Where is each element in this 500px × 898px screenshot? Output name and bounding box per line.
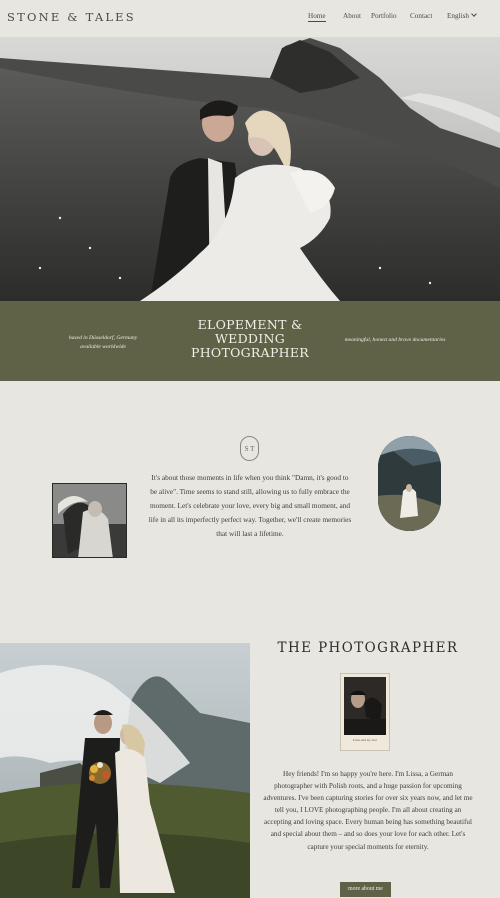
title-line: WEDDING: [215, 331, 285, 346]
site-header: STONE & TALES Home About Portfolio Conta…: [0, 0, 500, 38]
nav-about[interactable]: About: [343, 12, 361, 20]
photographer-bio: Hey friends! I'm so happy you're here. I…: [263, 770, 473, 851]
tagline-text: meaningful, honest and brave documentari…: [344, 337, 446, 343]
hero-title: ELOPEMENT & WEDDING PHOTOGRAPHER: [175, 318, 325, 360]
nav-home[interactable]: Home: [308, 12, 326, 22]
nav-portfolio[interactable]: Portfolio: [371, 12, 397, 20]
intro-photo-couple: [52, 483, 127, 558]
tagline-band: based in Düsseldorf, Germany available w…: [0, 301, 500, 381]
hero-image: [0, 38, 500, 301]
photographer-section: THE PHOTOGRAPHER Lissa and my love Hey f…: [0, 640, 500, 898]
language-label: English: [447, 12, 469, 20]
location-text: based in Düsseldorf, Germany available w…: [60, 334, 146, 352]
title-line: PHOTOGRAPHER: [190, 345, 310, 360]
language-selector[interactable]: English: [447, 11, 477, 20]
polaroid-photo: Lissa and my love: [340, 673, 390, 751]
polaroid-caption: Lissa and my love: [352, 738, 378, 742]
photographer-portrait: [344, 677, 386, 735]
location-line: based in Düsseldorf, Germany: [68, 335, 138, 341]
couple-kissing-photo: [0, 643, 250, 898]
monogram-logo: S T: [240, 436, 259, 461]
more-about-me-button[interactable]: more about me: [340, 882, 391, 897]
intro-section: S T It's about those moments in life whe…: [0, 381, 500, 643]
photographer-heading: THE PHOTOGRAPHER: [277, 640, 459, 656]
intro-paragraph: It's about those moments in life when yo…: [148, 473, 352, 538]
page: STONE & TALES Home About Portfolio Conta…: [0, 0, 500, 898]
hero-couple-mountain-photo: [0, 38, 500, 301]
title-line: ELOPEMENT &: [197, 317, 303, 332]
nav-contact[interactable]: Contact: [410, 12, 432, 20]
availability-line: available worldwide: [80, 344, 126, 350]
site-logo[interactable]: STONE & TALES: [7, 10, 136, 24]
intro-photo-mountain: [378, 436, 441, 531]
chevron-down-icon: [471, 11, 477, 17]
